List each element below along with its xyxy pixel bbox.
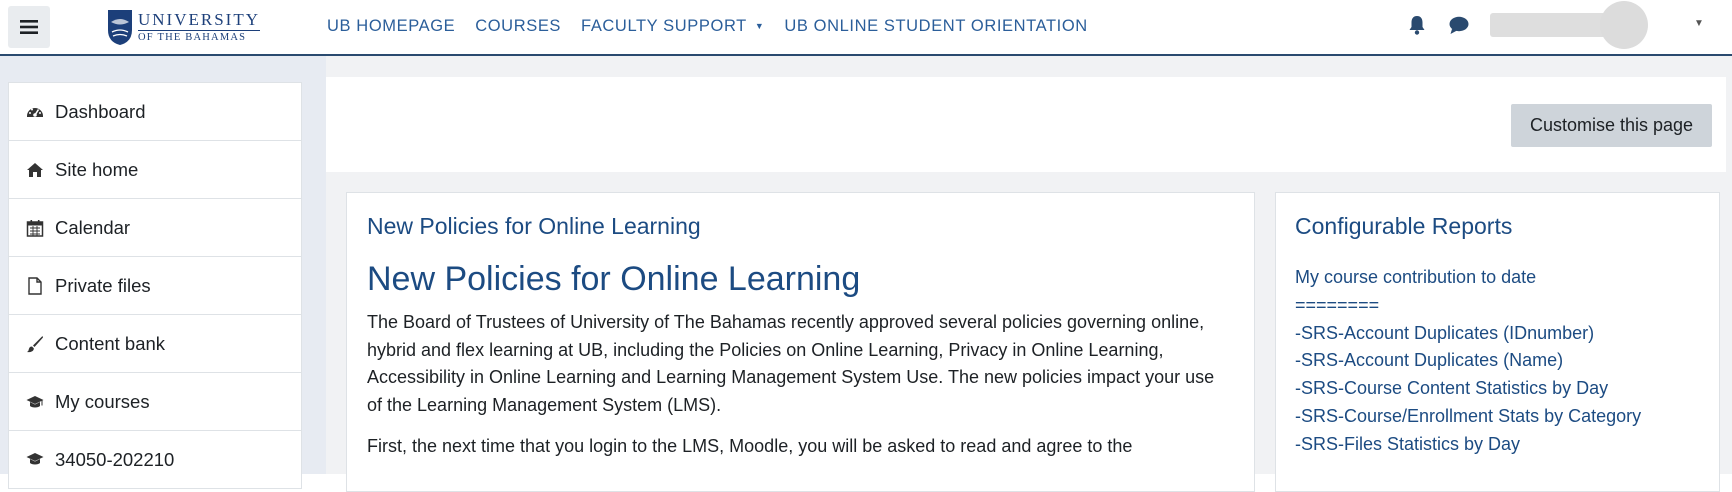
caret-down-icon: ▼ [754,21,765,31]
policies-block: New Policies for Online Learning New Pol… [346,192,1255,492]
logo-subtitle: OF THE BAHAMAS [138,29,260,44]
logo-name: UNIVERSITY [138,9,260,29]
drawer-item-dashboard[interactable]: Dashboard [9,83,301,141]
drawer-item-label: My courses [55,390,150,412]
university-seal-icon [108,10,132,45]
graduation-cap-icon [25,392,45,412]
drawer-item-calendar[interactable]: Calendar [9,199,301,257]
avatar[interactable] [1600,1,1648,49]
drawer-item-my-courses[interactable]: My courses [9,373,301,431]
drawer-item-label: Dashboard [55,100,146,122]
report-link[interactable]: -SRS-Files Statistics by Day [1295,431,1699,459]
report-link[interactable]: -SRS-Course Content Statistics by Day [1295,375,1699,403]
drawer-item-label: Site home [55,158,139,180]
nav-link-courses[interactable]: COURSES [475,17,561,36]
nav-link-label: COURSES [475,16,562,35]
brush-icon [25,334,45,354]
nav-link-label: UB HOMEPAGE [327,16,456,35]
report-link[interactable]: -SRS-Course/Enrollment Stats by Category [1295,403,1699,431]
article-paragraph: First, the next time that you login to t… [367,436,1133,456]
bell-icon[interactable] [1408,15,1426,35]
block-title: New Policies for Online Learning [367,213,701,239]
drawer-item-private-files[interactable]: Private files [9,257,301,315]
drawer-item-content-bank[interactable]: Content bank [9,315,301,373]
navbar: UNIVERSITY OF THE BAHAMAS UB HOMEPAGE CO… [0,0,1732,56]
report-link[interactable]: My course contribution to date [1295,264,1699,292]
hamburger-icon [20,20,38,34]
drawer-toggle-button[interactable] [8,6,50,48]
nav-link-faculty-support[interactable]: FACULTY SUPPORT ▼ [581,17,764,36]
nav-link-label: FACULTY SUPPORT [581,16,747,35]
article-paragraph: The Board of Trustees of University of T… [367,312,1215,415]
drawer-item-site-home[interactable]: Site home [9,141,301,199]
calendar-icon [25,218,45,238]
file-icon [25,276,45,296]
primary-navigation: UB HOMEPAGE COURSES FACULTY SUPPORT ▼ UB … [327,0,1108,52]
dashboard-icon [25,102,45,122]
nav-link-student-orientation[interactable]: UB ONLINE STUDENT ORIENTATION [784,17,1087,36]
report-separator[interactable]: ======== [1295,292,1699,320]
university-logo[interactable]: UNIVERSITY OF THE BAHAMAS [106,6,260,48]
home-icon [25,160,45,180]
report-link[interactable]: -SRS-Account Duplicates (IDnumber) [1295,320,1699,348]
block-title: Configurable Reports [1295,213,1513,239]
article-heading: New Policies for Online Learning [367,260,861,298]
drawer-item-course[interactable]: 34050-202210 [9,431,301,489]
nav-link-label: UB ONLINE STUDENT ORIENTATION [784,16,1088,35]
reports-list: My course contribution to date ======== … [1295,264,1699,459]
report-link[interactable]: -SRS-Account Duplicates (Name) [1295,347,1699,375]
customise-page-button[interactable]: Customise this page [1511,104,1712,147]
graduation-cap-icon [25,449,45,469]
drawer-item-label: Calendar [55,216,131,238]
drawer-item-label: 34050-202210 [55,449,175,470]
drawer-item-label: Private files [55,274,151,296]
nav-drawer: Dashboard Site home Calendar Private fil… [8,82,302,489]
chevron-down-icon[interactable]: ▼ [1694,18,1704,29]
configurable-reports-block: Configurable Reports My course contribut… [1275,192,1720,492]
nav-link-ub-homepage[interactable]: UB HOMEPAGE [327,17,455,36]
chat-icon[interactable] [1449,16,1469,35]
drawer-item-label: Content bank [55,332,166,354]
